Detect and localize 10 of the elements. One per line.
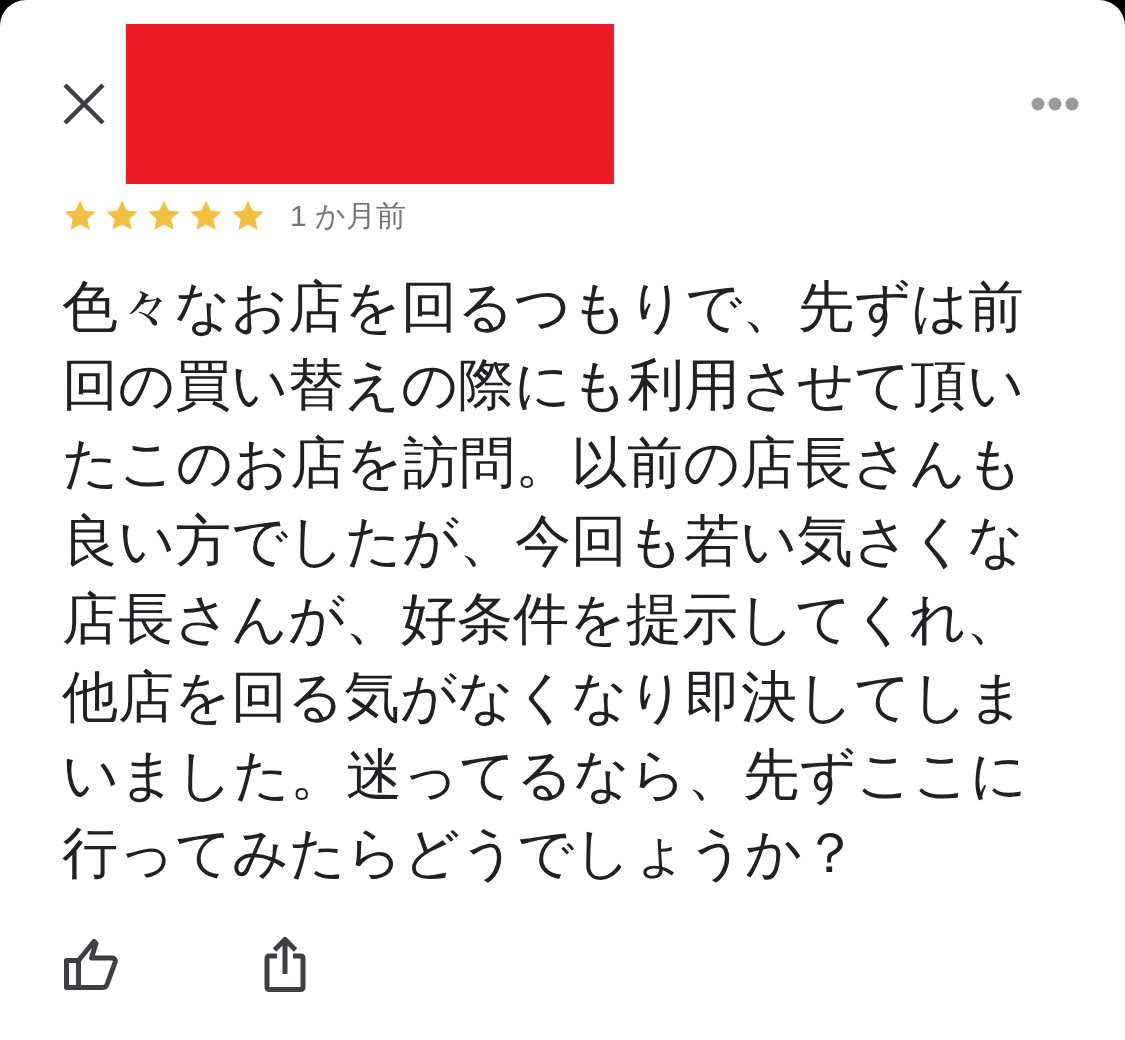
share-button[interactable]	[264, 936, 306, 992]
thumbs-up-icon	[64, 938, 118, 990]
like-button[interactable]	[64, 938, 118, 990]
review-text: 色々なお店を回るつもりで、先ずは前回の買い替えの際にも利用させて頂いたこのお店を訪問。以前の店長さんも良い方でしたが、今回も若い気さくな店長さんが、好条件を提示してくれ、他店を回る気がなくなり即決してしまいました。迷ってるなら、先ずここに行ってみたらどうでしょうか？	[62, 274, 1028, 886]
more-button[interactable]	[1031, 97, 1079, 111]
share-icon	[264, 936, 306, 992]
close-icon	[62, 82, 106, 126]
review-time: 1 か月前	[290, 198, 407, 234]
more-icon	[1031, 97, 1079, 111]
close-button[interactable]	[62, 82, 106, 126]
